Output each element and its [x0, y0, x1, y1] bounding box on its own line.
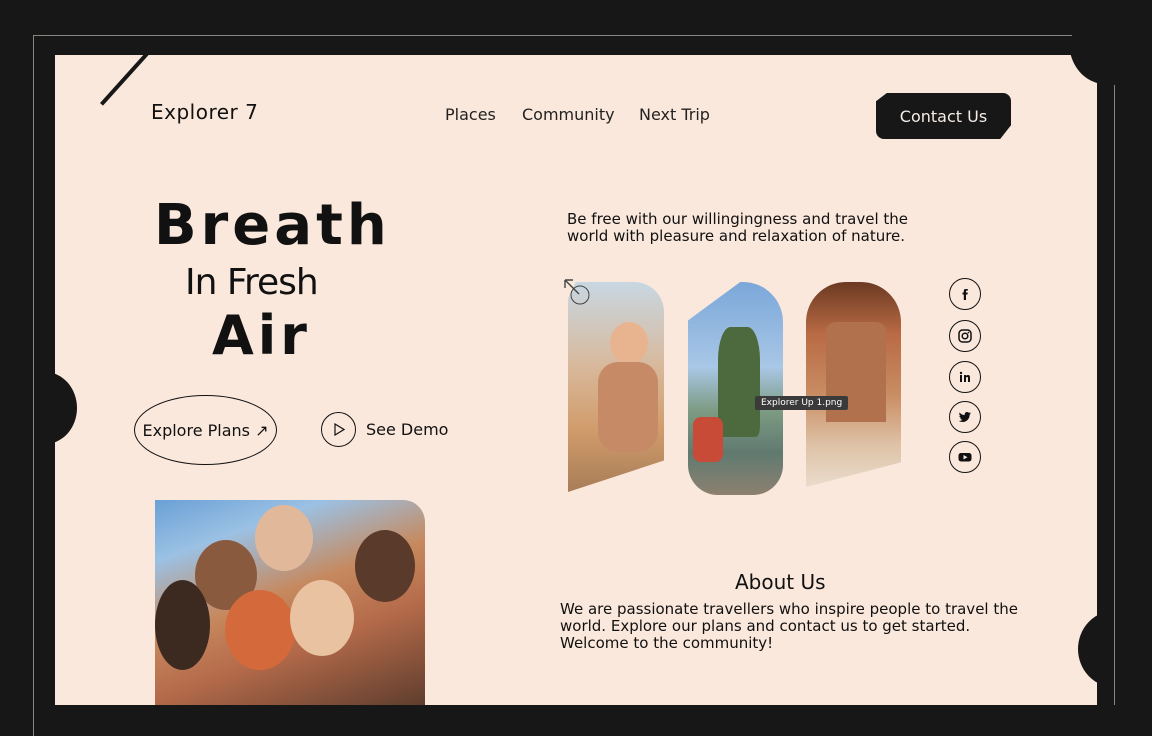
landing-page: Explorer 7 Places Community Next Trip Co…: [55, 55, 1097, 705]
facebook-icon[interactable]: [949, 278, 981, 310]
see-demo-link[interactable]: See Demo: [366, 420, 448, 439]
hero-title-line-3: Air: [212, 304, 311, 367]
twitter-icon[interactable]: [949, 401, 981, 433]
left-decor-circle: [55, 372, 77, 444]
youtube-icon[interactable]: [949, 441, 981, 473]
nav-next-trip[interactable]: Next Trip: [639, 105, 710, 124]
image-filename-tooltip: Explorer Up 1.png: [755, 396, 849, 410]
about-us-heading: About Us: [735, 570, 826, 594]
cursor-icon: [563, 278, 595, 315]
nav-places[interactable]: Places: [445, 105, 496, 124]
linkedin-icon[interactable]: [949, 361, 981, 393]
instagram-icon[interactable]: [949, 320, 981, 352]
top-right-decor-circle: [1069, 55, 1097, 84]
hero-title-line-2: In Fresh: [185, 262, 319, 303]
island-rock-photo: [688, 282, 783, 495]
explore-plans-button[interactable]: Explore Plans ↗: [134, 395, 277, 465]
nav-community[interactable]: Community: [522, 105, 615, 124]
hero-tagline: Be free with our willingingness and trav…: [567, 210, 909, 245]
petra-photo: [806, 282, 901, 487]
group-friends-photo: [155, 500, 425, 705]
outer-frame-right-line: [1114, 85, 1115, 705]
play-icon[interactable]: [321, 412, 356, 447]
corner-diagonal: [100, 55, 170, 106]
hero-title-line-1: Breath: [154, 193, 391, 258]
bottom-right-decor-circle: [1078, 611, 1097, 687]
about-us-text: We are passionate travellers who inspire…: [560, 600, 1018, 652]
brand-logo[interactable]: Explorer 7: [151, 100, 258, 124]
contact-us-button[interactable]: Contact Us: [876, 93, 1011, 139]
